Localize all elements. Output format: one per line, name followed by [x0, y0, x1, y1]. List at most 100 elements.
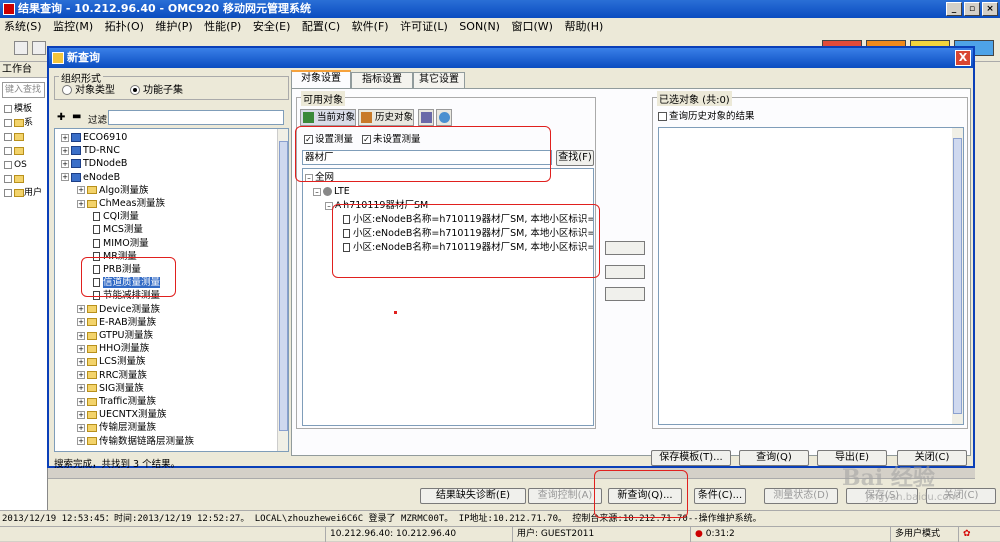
workbench-row[interactable]: 系: [0, 116, 47, 130]
condition-button[interactable]: 条件(C)...: [694, 488, 746, 504]
tree-item[interactable]: + LCS测量族: [77, 355, 145, 368]
expand-icon[interactable]: +: [61, 159, 69, 168]
tree-item[interactable]: 信道质量测量: [93, 276, 161, 289]
find-button[interactable]: 查找(F): [556, 150, 594, 166]
search-button[interactable]: [436, 109, 452, 126]
expand-icon[interactable]: +: [77, 199, 85, 208]
radio-object-type[interactable]: 对象类型: [62, 85, 115, 97]
tree-item[interactable]: PRB测量: [93, 263, 141, 276]
menu-license[interactable]: 许可证(L): [396, 18, 452, 36]
expand-icon[interactable]: +: [61, 133, 69, 142]
tree-cell[interactable]: 小区:eNodeB名称=h710119器材厂SM, 本地小区标识=1, 小区名: [343, 213, 593, 226]
add-selected-button[interactable]: [605, 241, 645, 255]
expand-icon[interactable]: +: [77, 331, 85, 340]
tree-item[interactable]: + E-RAB测量族: [77, 316, 156, 329]
tree-enodeb[interactable]: – Ah710119器材厂SM: [325, 199, 428, 212]
tree-item[interactable]: 节能减排测量: [93, 289, 160, 302]
expand-icon[interactable]: +: [77, 397, 85, 406]
selected-scroll-thumb[interactable]: [953, 138, 962, 414]
workbench-row[interactable]: [0, 144, 47, 158]
expand-icon[interactable]: +: [77, 357, 85, 366]
tree-root[interactable]: – 全网: [305, 171, 334, 184]
tree-item[interactable]: + 传输层测量族: [77, 421, 156, 434]
tree-item[interactable]: + GTPU测量族: [77, 329, 153, 342]
tab-object-settings[interactable]: 对象设置: [291, 70, 351, 88]
menu-son[interactable]: SON(N): [455, 18, 504, 36]
tree-item[interactable]: CQI测量: [93, 210, 139, 223]
toolbar-tool-icon[interactable]: [32, 41, 46, 55]
toolbar-tool-icon[interactable]: [14, 41, 28, 55]
selected-scrollbar[interactable]: [952, 128, 963, 424]
save-template-button[interactable]: 保存模板(T)...: [651, 450, 731, 466]
checkbox-unset-measure[interactable]: ✓ 未设置测量: [362, 134, 421, 146]
remove-icon[interactable]: ▬: [72, 111, 81, 122]
tree-item[interactable]: + TD-RNC: [61, 144, 120, 157]
expand-icon[interactable]: +: [77, 371, 85, 380]
tree-item[interactable]: + SIG测量族: [77, 382, 144, 395]
diagnose-button[interactable]: 结果缺失诊断(E): [420, 488, 526, 504]
tree-item[interactable]: + Algo测量族: [77, 184, 148, 197]
expand-icon[interactable]: +: [77, 437, 85, 446]
workbench-row[interactable]: OS: [0, 158, 47, 172]
workbench-row[interactable]: 用户: [0, 186, 47, 200]
remove-all-button[interactable]: [605, 287, 645, 301]
tree-item[interactable]: MCS测量: [93, 223, 143, 236]
maximize-button[interactable]: ▫: [964, 2, 980, 16]
tree-item[interactable]: + RRC测量族: [77, 369, 147, 382]
query-control-button[interactable]: 查询控制(A): [528, 488, 602, 504]
tree-cell[interactable]: 小区:eNodeB名称=h710119器材厂SM, 本地小区标识=3, 小区名: [343, 241, 593, 254]
expand-icon[interactable]: +: [77, 318, 85, 327]
filter-input[interactable]: [108, 110, 284, 125]
tree-item[interactable]: + Traffic测量族: [77, 395, 156, 408]
remove-selected-button[interactable]: [605, 265, 645, 279]
checkbox-history-results[interactable]: 查询历史对象的结果: [658, 111, 755, 123]
new-query-button[interactable]: 新查询(Q)...: [608, 488, 682, 504]
menu-performance[interactable]: 性能(P): [200, 18, 245, 36]
expand-icon[interactable]: +: [61, 146, 69, 155]
expand-icon[interactable]: +: [77, 344, 85, 353]
tree-scrollbar[interactable]: [277, 129, 288, 451]
tree-scroll-thumb[interactable]: [279, 141, 288, 431]
sort-button[interactable]: [418, 109, 434, 126]
expand-icon[interactable]: +: [77, 423, 85, 432]
tree-item[interactable]: + UECNTX测量族: [77, 408, 167, 421]
tree-lte[interactable]: – LTE: [313, 185, 350, 198]
tree-item[interactable]: + ChMeas测量族: [77, 197, 165, 210]
tree-item[interactable]: + TDNodeB: [61, 157, 127, 170]
workbench-row[interactable]: 模板: [0, 102, 47, 116]
query-button[interactable]: 查询(Q): [739, 450, 809, 466]
tab-other-settings[interactable]: 其它设置: [413, 72, 465, 88]
menu-software[interactable]: 软件(F): [348, 18, 393, 36]
expand-icon[interactable]: +: [77, 384, 85, 393]
tree-item[interactable]: + ECO6910: [61, 131, 127, 144]
menu-monitor[interactable]: 监控(M): [49, 18, 97, 36]
menu-window[interactable]: 窗口(W): [507, 18, 556, 36]
measure-state-button[interactable]: 测量状态(D): [764, 488, 838, 504]
menu-maintain[interactable]: 维护(P): [151, 18, 196, 36]
workbench-search[interactable]: 键入查找: [2, 82, 45, 98]
tree-item[interactable]: + 传输数据链路层测量族: [77, 435, 194, 448]
workbench-row[interactable]: [0, 130, 47, 144]
tree-item[interactable]: + eNodeB: [61, 171, 120, 184]
menu-help[interactable]: 帮助(H): [560, 18, 607, 36]
tree-item[interactable]: MR测量: [93, 250, 137, 263]
close-window-button[interactable]: ×: [982, 2, 998, 16]
radio-function-set[interactable]: 功能子集: [130, 85, 183, 97]
expand-icon[interactable]: +: [77, 410, 85, 419]
selected-objects-list[interactable]: [658, 127, 964, 425]
menu-topology[interactable]: 拓扑(O): [101, 18, 148, 36]
current-objects-button[interactable]: 当前对象: [300, 109, 356, 126]
expand-icon[interactable]: +: [77, 186, 85, 195]
tree-item[interactable]: + Device测量族: [77, 303, 160, 316]
dialog-close-button[interactable]: X: [955, 50, 971, 66]
tab-indicator-settings[interactable]: 指标设置: [351, 72, 413, 88]
workbench-row[interactable]: [0, 172, 47, 186]
add-icon[interactable]: ✚: [57, 112, 65, 123]
menu-system[interactable]: 系统(S): [0, 18, 46, 36]
menu-security[interactable]: 安全(E): [249, 18, 295, 36]
expand-icon[interactable]: +: [77, 305, 85, 314]
checkbox-set-measure[interactable]: ✓ 设置测量: [304, 134, 353, 146]
tree-item[interactable]: MIMO测量: [93, 237, 149, 250]
tree-cell[interactable]: 小区:eNodeB名称=h710119器材厂SM, 本地小区标识=2, 小区名: [343, 227, 593, 240]
object-search-input[interactable]: 器材厂: [302, 150, 552, 165]
